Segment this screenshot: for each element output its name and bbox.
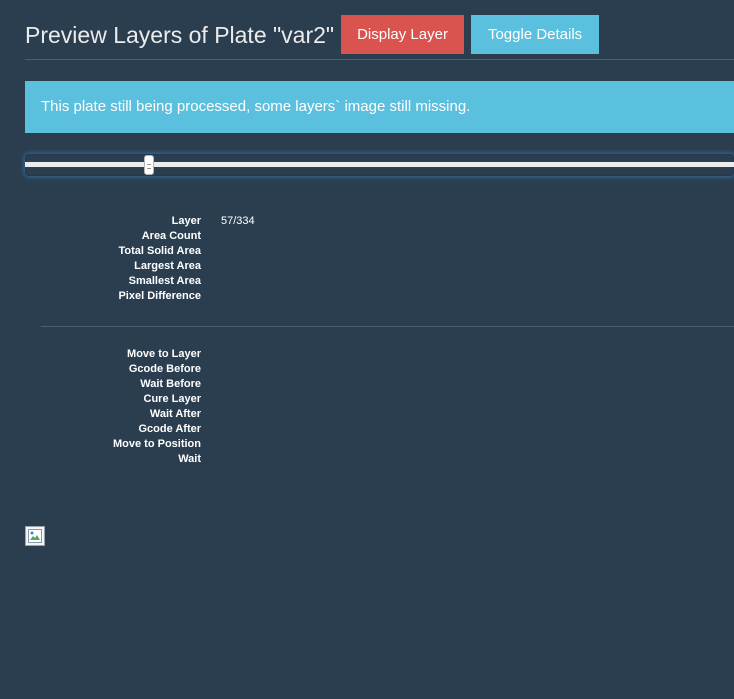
layer-steps-table: Move to Layer Gcode Before Wait Before C… (25, 347, 465, 467)
step-label: Wait After (149, 408, 201, 420)
step-row-move-to-layer: Move to Layer (25, 347, 465, 362)
step-row-wait-after: Wait After (25, 407, 465, 422)
alert-message: This plate still being processed, some l… (41, 98, 471, 115)
processing-alert: This plate still being processed, some l… (25, 81, 734, 133)
step-label: Gcode After (138, 423, 201, 435)
slider-handle[interactable] (144, 155, 154, 175)
step-row-wait-before: Wait Before (25, 377, 465, 392)
info-value: 57/334 (221, 215, 255, 227)
info-label: Largest Area (134, 260, 201, 272)
step-row-move-to-position: Move to Position (25, 437, 465, 452)
step-row-gcode-after: Gcode After (25, 422, 465, 437)
layer-preview-image (25, 526, 45, 546)
step-label: Wait (178, 453, 201, 465)
step-row-cure-layer: Cure Layer (25, 392, 465, 407)
info-row-largest-area: Largest Area (25, 259, 465, 274)
info-row-layer: Layer 57/334 (25, 214, 465, 229)
broken-image-icon (28, 529, 42, 543)
section-divider (41, 326, 734, 327)
step-label: Gcode Before (128, 363, 201, 375)
info-label: Area Count (141, 230, 201, 242)
slider-track[interactable] (25, 162, 734, 167)
info-label: Layer (171, 215, 201, 227)
step-label: Cure Layer (143, 393, 201, 405)
display-layer-button[interactable]: Display Layer (341, 15, 464, 54)
layer-info-table: Layer 57/334 Area Count Total Solid Area… (25, 214, 465, 304)
step-row-wait: Wait (25, 452, 465, 467)
page: Preview Layers of Plate "var2" Display L… (0, 0, 734, 699)
step-label: Wait Before (140, 378, 201, 390)
page-header: Preview Layers of Plate "var2" Display L… (25, 15, 734, 60)
step-label: Move to Layer (127, 348, 201, 360)
info-label: Smallest Area (128, 275, 201, 287)
info-label: Total Solid Area (118, 245, 201, 257)
info-row-area-count: Area Count (25, 229, 465, 244)
page-title: Preview Layers of Plate "var2" (25, 22, 335, 48)
info-row-pixel-difference: Pixel Difference (25, 289, 465, 304)
step-row-gcode-before: Gcode Before (25, 362, 465, 377)
layer-slider[interactable] (25, 154, 734, 176)
step-label: Move to Position (113, 438, 201, 450)
info-row-smallest-area: Smallest Area (25, 274, 465, 289)
toggle-details-button[interactable]: Toggle Details (470, 15, 600, 54)
info-row-total-solid-area: Total Solid Area (25, 244, 465, 259)
info-label: Pixel Difference (118, 290, 201, 302)
